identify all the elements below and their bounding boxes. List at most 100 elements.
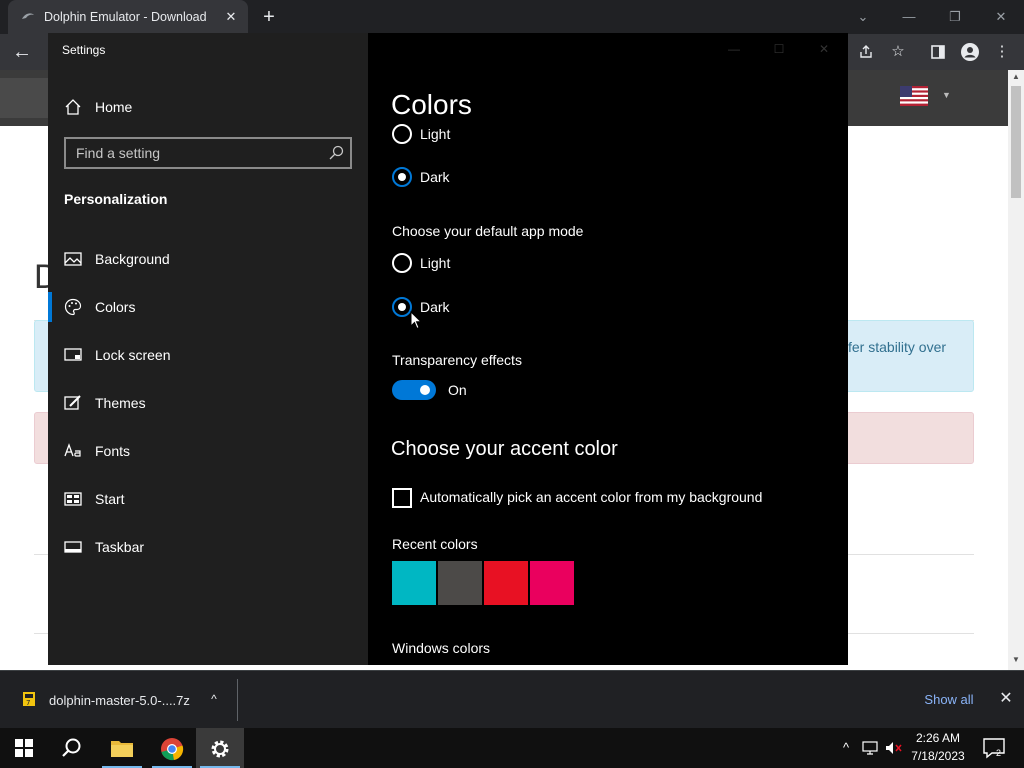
brush-icon: [64, 395, 81, 410]
recent-color-swatch[interactable]: [530, 561, 574, 605]
radio-label: Dark: [420, 299, 450, 315]
recent-color-swatch[interactable]: [392, 561, 436, 605]
search-icon[interactable]: [328, 145, 344, 161]
show-hidden-icons-chevron-icon[interactable]: ^: [836, 738, 856, 758]
taskbar-search-button[interactable]: [48, 728, 96, 768]
browser-tab[interactable]: Dolphin Emulator - Download ✕: [8, 0, 248, 34]
start-button[interactable]: [0, 728, 48, 768]
recent-color-swatch[interactable]: [438, 561, 482, 605]
windows-mode-dark-radio[interactable]: [392, 167, 412, 187]
chrome-button[interactable]: [148, 728, 196, 768]
app-mode-dark-radio[interactable]: [392, 297, 412, 317]
profile-avatar-icon[interactable]: [958, 40, 982, 64]
tab-close-icon[interactable]: ✕: [222, 8, 240, 26]
nav-item-label: Themes: [95, 395, 146, 411]
gear-icon: [211, 740, 229, 758]
scroll-thumb[interactable]: [1011, 86, 1021, 198]
side-panel-icon[interactable]: [926, 40, 950, 64]
settings-app-button[interactable]: [196, 728, 244, 768]
bookmark-star-icon[interactable]: ☆: [886, 40, 910, 64]
minimize-icon[interactable]: —: [898, 6, 920, 28]
nav-item-lock-screen[interactable]: Lock screen: [48, 335, 368, 375]
file-explorer-button[interactable]: [98, 728, 146, 768]
settings-window: Settings Home Personalization Background: [48, 33, 848, 665]
nav-section-title: Personalization: [64, 191, 168, 207]
svg-text:7: 7: [26, 699, 30, 707]
minimize-icon[interactable]: —: [724, 39, 744, 59]
nav-item-label: Fonts: [95, 443, 131, 459]
show-all-button[interactable]: Show all: [914, 689, 984, 711]
nav-item-label: Lock screen: [95, 347, 171, 363]
maximize-icon[interactable]: ☐: [769, 39, 789, 59]
auto-accent-label[interactable]: Automatically pick an accent color from …: [420, 489, 762, 505]
nav-item-fonts[interactable]: Fonts: [48, 431, 368, 471]
radio-label: Light: [420, 255, 451, 271]
language-caret-icon[interactable]: ▼: [942, 90, 952, 100]
chrome-icon: [161, 738, 184, 761]
mouse-cursor-icon: [410, 311, 422, 330]
recent-colors-label: Recent colors: [392, 536, 478, 552]
archive-file-icon: 7: [23, 692, 35, 707]
transparency-label: Transparency effects: [392, 352, 522, 368]
tab-search-icon[interactable]: ⌄: [852, 6, 874, 28]
nav-item-taskbar[interactable]: Taskbar: [48, 527, 368, 567]
back-button[interactable]: ←: [10, 40, 34, 64]
browser-tab-strip: Dolphin Emulator - Download ✕ + ⌄ — ❐ ✕: [0, 0, 1024, 34]
divider: [237, 679, 238, 721]
download-shelf: 7 dolphin-master-5.0-....7z ^ Show all ✕: [0, 670, 1024, 728]
windows-taskbar: ^ 2:26 AM 7/18/2023 2: [0, 728, 1024, 768]
start-icon: [64, 492, 82, 506]
info-alert-text: fer stability over: [848, 339, 947, 355]
download-options-chevron-icon[interactable]: ^: [204, 689, 224, 709]
home-icon: [65, 99, 81, 115]
dolphin-favicon-icon: [22, 13, 34, 19]
accent-heading: Choose your accent color: [391, 438, 618, 460]
window-title: Settings: [62, 43, 106, 57]
download-file-name[interactable]: dolphin-master-5.0-....7z: [49, 693, 190, 708]
nav-item-start[interactable]: Start: [48, 479, 368, 519]
page-title: Colors: [391, 89, 472, 120]
settings-nav-pane: Settings Home Personalization Background: [48, 33, 368, 665]
picture-icon: [64, 252, 82, 266]
nav-item-background[interactable]: Background: [48, 239, 368, 279]
find-setting-box[interactable]: [64, 137, 352, 169]
radio-label: Dark: [420, 169, 450, 185]
app-mode-light-radio[interactable]: [392, 253, 412, 273]
new-tab-button[interactable]: +: [258, 6, 280, 28]
windows-mode-light-radio[interactable]: [392, 124, 412, 144]
close-shelf-icon[interactable]: ✕: [996, 689, 1016, 709]
nav-home[interactable]: Home: [48, 89, 368, 125]
find-setting-input[interactable]: [66, 139, 316, 167]
palette-icon: [64, 298, 82, 316]
windows-colors-label: Windows colors: [392, 640, 491, 656]
nav-item-themes[interactable]: Themes: [48, 383, 368, 423]
us-flag-icon[interactable]: [900, 86, 928, 106]
nav-home-label: Home: [95, 99, 133, 115]
clock-time[interactable]: 2:26 AM: [900, 731, 976, 745]
app-mode-label: Choose your default app mode: [392, 223, 584, 239]
site-logo[interactable]: [0, 78, 48, 118]
transparency-toggle[interactable]: [392, 380, 436, 400]
recent-color-swatch[interactable]: [484, 561, 528, 605]
browser-menu-icon[interactable]: ⋮: [990, 40, 1014, 64]
notification-center-icon[interactable]: [982, 737, 1006, 759]
nav-item-label: Colors: [95, 299, 136, 315]
colors-content-pane[interactable]: — ☐ ✕ Colors Light Dark Choose your defa…: [368, 33, 848, 665]
share-icon[interactable]: [854, 40, 878, 64]
taskbar-icon: [64, 541, 82, 553]
network-icon[interactable]: [860, 738, 880, 758]
restore-icon[interactable]: ❐: [944, 6, 966, 28]
window-close-icon[interactable]: ✕: [990, 6, 1012, 28]
nav-item-label: Taskbar: [95, 539, 145, 555]
nav-item-colors[interactable]: Colors: [48, 287, 368, 327]
windows-logo-icon: [15, 739, 33, 757]
nav-item-label: Start: [95, 491, 125, 507]
folder-icon: [111, 741, 133, 757]
auto-accent-checkbox[interactable]: [392, 488, 412, 508]
lock-screen-icon: [64, 348, 82, 361]
nav-item-label: Background: [95, 251, 170, 267]
clock-date[interactable]: 7/18/2023: [900, 749, 976, 763]
scroll-down-icon[interactable]: ▼: [1008, 655, 1024, 667]
close-icon[interactable]: ✕: [814, 39, 834, 59]
scroll-up-icon[interactable]: ▲: [1008, 72, 1024, 84]
